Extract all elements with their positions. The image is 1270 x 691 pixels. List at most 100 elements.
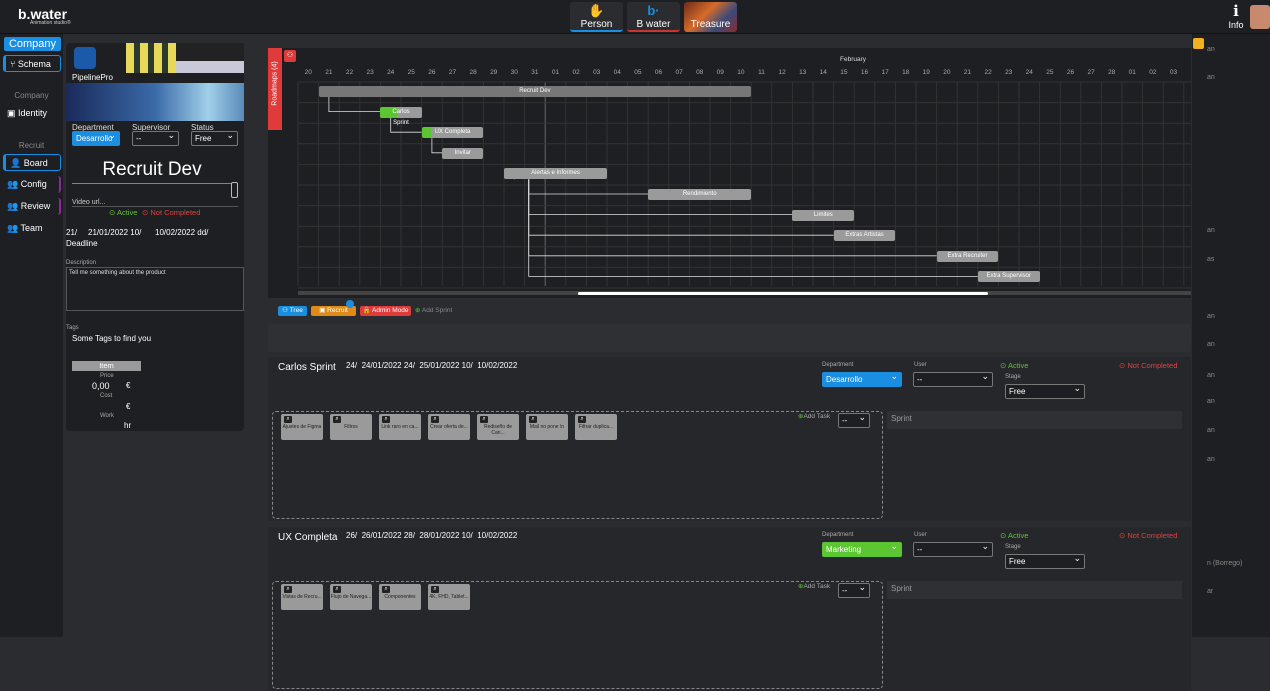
nav-section-recruit: Recruit xyxy=(18,141,45,150)
task-label: Mail no pone \n xyxy=(529,424,565,430)
task-card[interactable]: ⌕ 4K, FHD, Tablet... xyxy=(428,584,470,610)
task-label: Filtros xyxy=(344,424,358,430)
tree-icon: ⚇ xyxy=(282,307,290,314)
add-task-button[interactable]: ⊕Add Task xyxy=(798,582,830,590)
recruit-icon: ▣ xyxy=(319,307,328,314)
gantt-bar[interactable]: Extra Supervisor xyxy=(977,271,1040,283)
gantt-scrollbar[interactable] xyxy=(578,292,988,295)
team-icon: 👥 xyxy=(7,223,21,233)
task-card[interactable]: ⌕ Rediseño de Can... xyxy=(477,414,519,440)
date-range[interactable]: 21/01/2022 10/ xyxy=(88,228,141,237)
gantt-bar[interactable]: Alertas e Informes xyxy=(504,168,607,180)
gantt-bar[interactable]: Invitar xyxy=(442,147,484,159)
description-label: Description xyxy=(66,260,97,266)
nav-config[interactable]: 👥 Config xyxy=(3,176,61,193)
sprint-not-completed-toggle[interactable]: ⊙ Not Completed xyxy=(1119,531,1177,540)
avatar[interactable] xyxy=(1250,5,1270,29)
gantt-bar[interactable]: Recruit Dev xyxy=(318,86,752,97)
deadline-label: Deadline xyxy=(66,239,98,248)
task-card[interactable]: ⌕ Filtros xyxy=(330,414,372,440)
nav-team[interactable]: 👥 Team xyxy=(3,220,61,237)
description-textarea[interactable]: Tell me something about the product xyxy=(66,267,244,311)
sprint-department-select[interactable]: Desarrollo xyxy=(822,370,902,387)
nav-board[interactable]: 👤 Board xyxy=(3,154,61,171)
supervisor-select[interactable]: -- xyxy=(132,129,179,146)
info-button[interactable]: i Info xyxy=(1224,2,1248,32)
cost-currency: € xyxy=(126,402,131,411)
top-bar: b.water Animation studio® ✋ Person b· B wat… xyxy=(0,0,1270,34)
sprint-stage-select[interactable]: Free xyxy=(1005,382,1085,399)
sprint-stage-select[interactable]: Free xyxy=(1005,552,1085,569)
tab-b-water[interactable]: b· B water xyxy=(627,2,680,32)
right-column xyxy=(1192,34,1270,637)
notes-icon[interactable] xyxy=(1193,38,1204,49)
task-card[interactable]: ⌕ Flujo de Navega... xyxy=(330,584,372,610)
tags-label: Tags xyxy=(66,325,79,331)
sprint-user-label: User xyxy=(914,362,927,368)
app-logo[interactable]: b.water Animation studio® xyxy=(18,6,71,26)
task-label: Flujo de Navega... xyxy=(330,594,372,600)
gantt-bar[interactable]: Carlos Sprint xyxy=(380,106,422,126)
right-text: an xyxy=(1207,398,1215,405)
config-icon: 👥 xyxy=(7,179,21,189)
company-button[interactable]: Company xyxy=(4,37,61,51)
gantt-bar[interactable]: Rendimiento xyxy=(648,189,752,200)
sprint-user-select[interactable]: -- xyxy=(913,370,993,387)
task-label: Link raro en ca... xyxy=(381,424,419,430)
video-url-input[interactable]: Video url... xyxy=(72,199,238,207)
task-card[interactable]: ⌕ Mail no pone \n xyxy=(526,414,568,440)
active-toggle[interactable]: ⊙ Active xyxy=(109,208,137,217)
task-card[interactable]: ⌕ Componentes xyxy=(379,584,421,610)
sprint-department-select[interactable]: Marketing xyxy=(822,540,902,557)
nav-review[interactable]: 👥 Review xyxy=(3,198,61,215)
gantt-bar[interactable]: UX Completa xyxy=(421,127,484,139)
tags-input[interactable]: Some Tags to find you xyxy=(72,334,151,343)
start-date[interactable]: 21/ xyxy=(66,228,77,237)
project-thumbnail-2 xyxy=(176,43,244,73)
tab-person[interactable]: ✋ Person xyxy=(570,2,623,32)
project-panel: PipelinePro Department Desarrollo Superv… xyxy=(66,43,244,431)
sprint-title[interactable]: UX Completa xyxy=(278,532,337,543)
sprint-side-box: Sprint xyxy=(887,411,1182,429)
gantt-bar[interactable]: Extras Artistas xyxy=(833,230,896,242)
add-sprint-button[interactable]: ⊕ Add Sprint xyxy=(415,306,452,314)
price-value[interactable]: 0,00 xyxy=(92,381,110,391)
gantt-bar[interactable]: Extra Recruiter xyxy=(936,250,999,262)
task-card[interactable]: ⌕ Vistas de Recru... xyxy=(281,584,323,610)
gantt-bar[interactable]: Limites xyxy=(792,209,855,221)
end-date[interactable]: 10/02/2022 dd/ xyxy=(155,228,208,237)
search-icon: ⌕ xyxy=(382,586,390,593)
tab-treasure[interactable]: Treasure xyxy=(684,2,737,32)
sprint-dates[interactable]: 26/ 26/01/2022 28/ 28/01/2022 10/ 10/02/… xyxy=(346,531,517,540)
right-text: an xyxy=(1207,372,1215,379)
nav-schema[interactable]: ⑂ Schema xyxy=(3,55,61,72)
task-card[interactable]: ⌕ Ajustes de Figma xyxy=(281,414,323,440)
sprint-active-toggle[interactable]: ⊙ Active xyxy=(1000,361,1028,370)
identity-icon: ▣ xyxy=(7,108,19,118)
sprint-active-toggle[interactable]: ⊙ Active xyxy=(1000,531,1028,540)
project-title[interactable]: Recruit Dev xyxy=(72,159,232,184)
tree-button[interactable]: ⚇ Tree xyxy=(278,306,307,316)
search-icon: ⌕ xyxy=(333,416,341,423)
task-card[interactable]: ⌕ Filtrar duplica... xyxy=(575,414,617,440)
status-select[interactable]: Free xyxy=(191,129,238,146)
nav-identity[interactable]: ▣ Identity xyxy=(3,105,61,122)
sprint-not-completed-toggle[interactable]: ⊙ Not Completed xyxy=(1119,361,1177,370)
item-header: Item xyxy=(72,361,141,371)
add-task-button[interactable]: ⊕Add Task xyxy=(798,412,830,420)
task-filter-select[interactable]: -- xyxy=(838,581,870,598)
project-thumbnail-1 xyxy=(126,43,178,73)
not-completed-toggle[interactable]: ⊙ Not Completed xyxy=(142,208,200,217)
sprint-user-select[interactable]: -- xyxy=(913,540,993,557)
task-label: 4K, FHD, Tablet... xyxy=(429,594,469,600)
task-card[interactable]: ⌕ Link raro en ca... xyxy=(379,414,421,440)
department-select[interactable]: Desarrollo xyxy=(72,129,120,146)
project-logo[interactable] xyxy=(74,47,96,69)
sprint-dates[interactable]: 24/ 24/01/2022 24/ 25/01/2022 10/ 10/02/… xyxy=(346,361,517,370)
title-scroll-handle[interactable] xyxy=(231,182,238,198)
task-filter-select[interactable]: -- xyxy=(838,411,870,428)
task-card[interactable]: ⌕ Crear oferta de... xyxy=(428,414,470,440)
admin-mode-button[interactable]: 🔒 Admin Mode xyxy=(360,306,411,316)
lock-icon: 🔒 xyxy=(362,307,373,314)
sprint-title[interactable]: Carlos Sprint xyxy=(278,362,336,373)
